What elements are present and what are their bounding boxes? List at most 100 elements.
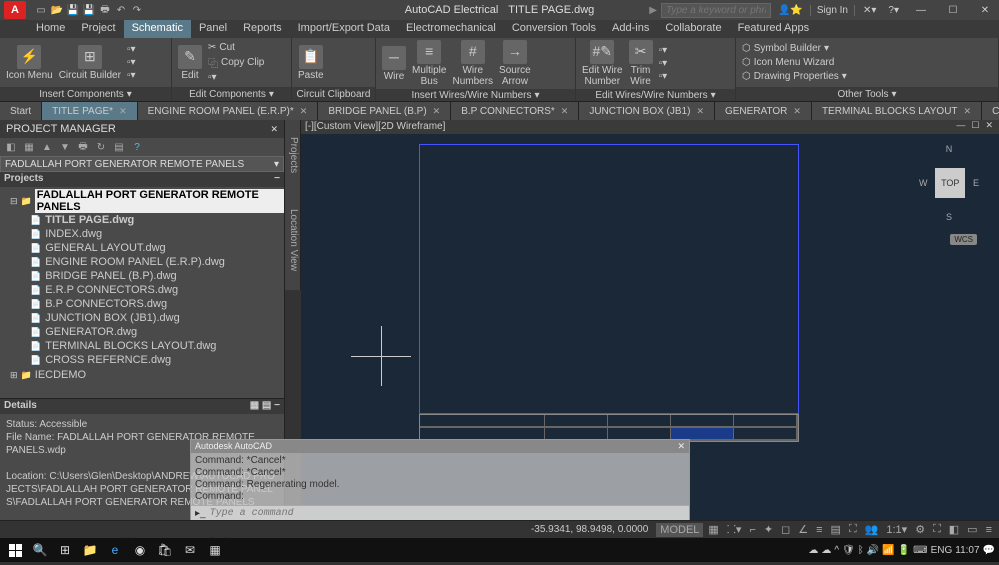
tray-notif-icon[interactable]: 💬 [983,545,995,556]
paste-button[interactable]: 📋Paste [298,45,324,81]
tb-explorer-icon[interactable]: 📁 [79,540,101,560]
start-button[interactable] [4,540,26,560]
menutab-import-export-data[interactable]: Import/Export Data [290,20,398,38]
pm-tb-refresh-icon[interactable]: ↻ [94,140,108,154]
doctab[interactable]: JUNCTION BOX (JB1)✕ [579,102,715,120]
tree-item[interactable]: 📄ENGINE ROOM PANEL (E.R.P).dwg [10,255,284,269]
insert-comp-small-2[interactable]: ▫▾ [127,57,136,68]
tree-expand-icon[interactable]: ⊟ [10,196,18,207]
tray-clock[interactable]: 11:07 [955,545,979,556]
tray-bt-icon[interactable]: ᛒ [858,545,864,556]
edit-wire-num-button[interactable]: #✎Edit Wire Number [582,40,623,87]
edit-button[interactable]: ✎Edit [178,45,202,81]
canvas-close-icon[interactable]: ✕ [983,120,995,131]
infocenter-icon[interactable]: 👤⭐ [775,5,806,16]
pm-tb-print-icon[interactable]: 🖶 [76,140,90,154]
doctab-close-icon[interactable]: ✕ [300,106,308,117]
wcs-badge[interactable]: WCS [950,234,977,245]
menutab-panel[interactable]: Panel [191,20,235,38]
edit-small-3[interactable]: ▫▾ [208,72,264,83]
menutab-add-ins[interactable]: Add-ins [604,20,657,38]
status-trans-icon[interactable]: ▤ [828,523,844,536]
pm-tb-help-icon[interactable]: ? [130,140,144,154]
tree-item[interactable]: 📄GENERATOR.dwg [10,325,284,339]
tb-taskview-icon[interactable]: ⊞ [54,540,76,560]
doctab-close-icon[interactable]: ✕ [561,106,569,117]
panel-edit-wires[interactable]: Edit Wires/Wire Numbers ▾ [576,89,735,101]
qat-undo-icon[interactable]: ↶ [114,3,128,17]
status-qp-icon[interactable]: ⛶ [846,523,860,536]
tree-item[interactable]: 📄BRIDGE PANEL (B.P).dwg [10,269,284,283]
drawing-props-button[interactable]: ⬡ Drawing Properties ▾ [742,71,847,82]
tray-wifi-icon[interactable]: 📶 [882,545,894,556]
qat-saveas-icon[interactable]: 💾 [82,3,96,17]
pm-det-btn1[interactable]: ▦ [250,400,259,411]
pm-tb-open-icon[interactable]: ▦ [22,140,36,154]
tree-item[interactable]: 📄JUNCTION BOX (JB1).dwg [10,311,284,325]
doctab-close-icon[interactable]: ✕ [964,106,972,117]
tb-edge-icon[interactable]: e [104,540,126,560]
tree-item[interactable]: 📄CROSS REFERNCE.dwg [10,353,284,367]
menutab-collaborate[interactable]: Collaborate [657,20,729,38]
status-grid-icon[interactable]: ▦ [705,523,721,536]
doctab-close-icon[interactable]: ✕ [433,106,441,117]
wire-button[interactable]: ─Wire [382,46,406,82]
pm-tb-up-icon[interactable]: ▲ [40,140,54,154]
tree-item[interactable]: 📄TITLE PAGE.dwg [10,213,284,227]
status-polar-icon[interactable]: ✦ [761,523,776,536]
status-clean-icon[interactable]: ▭ [964,523,980,536]
doctab[interactable]: CROSS REFERNCE*✕ [982,102,999,120]
status-snap-icon[interactable]: ⸬▾ [724,522,745,537]
circuit-builder-button[interactable]: ⊞Circuit Builder [59,45,121,81]
panel-other-tools[interactable]: Other Tools ▾ [736,87,998,101]
tb-chrome-icon[interactable]: ◉ [129,540,151,560]
tree-item[interactable]: 📄GENERAL LAYOUT.dwg [10,241,284,255]
doctab[interactable]: TERMINAL BLOCKS LAYOUT✕ [812,102,982,120]
qat-new-icon[interactable]: ▭ [34,3,48,17]
edit-wires-sm2[interactable]: ▫▾ [659,58,668,69]
menutab-schematic[interactable]: Schematic [124,20,191,38]
icon-menu-wizard-button[interactable]: ⬡ Icon Menu Wizard [742,57,847,68]
tree-item-iecdemo[interactable]: IECDEMO [35,369,86,381]
tree-expand-icon-2[interactable]: ⊞ [10,370,18,381]
doctab[interactable]: Start [0,102,42,120]
status-osnap-icon[interactable]: ◻ [778,523,793,536]
pm-tb-new-icon[interactable]: ◧ [4,140,18,154]
cmd-close-icon[interactable]: ✕ [677,441,685,452]
tree-item[interactable]: 📄INDEX.dwg [10,227,284,241]
doctab-close-icon[interactable]: ✕ [793,106,801,117]
doctab[interactable]: TITLE PAGE*✕ [42,102,138,120]
doctab[interactable]: B.P CONNECTORS*✕ [451,102,579,120]
trim-wire-button[interactable]: ✂Trim Wire [629,40,653,87]
doctab[interactable]: ENGINE ROOM PANEL (E.R.P)*✕ [138,102,319,120]
tab-location-view[interactable]: Location View [285,190,301,290]
canvas-min-icon[interactable]: — [954,120,967,131]
cut-button[interactable]: ✂ Cut [208,42,264,53]
doctab[interactable]: BRIDGE PANEL (B.P)✕ [318,102,451,120]
exchange-icon[interactable]: ✕▾ [859,5,880,16]
doctab[interactable]: GENERATOR✕ [715,102,812,120]
tray-cloud-icon[interactable]: ☁ [808,545,818,556]
pm-det-btn2[interactable]: ▤ [262,400,271,411]
app-logo[interactable]: A [4,1,26,19]
wire-numbers-button[interactable]: #Wire Numbers [452,40,493,87]
qat-save-icon[interactable]: 💾 [66,3,80,17]
tree-item[interactable]: 📄B.P CONNECTORS.dwg [10,297,284,311]
doctab-close-icon[interactable]: ✕ [119,106,127,117]
panel-insert-components[interactable]: Insert Components ▾ [0,87,171,101]
tab-projects[interactable]: Projects [285,120,301,190]
doctab-close-icon[interactable]: ✕ [696,106,704,117]
status-gear-icon[interactable]: ⚙ [912,523,928,536]
tray-shield-icon[interactable]: 🛡 [842,545,855,556]
command-input[interactable] [210,508,685,519]
panel-edit-components[interactable]: Edit Components ▾ [172,87,291,101]
source-arrow-button[interactable]: →Source Arrow [499,40,531,87]
menutab-featured-apps[interactable]: Featured Apps [730,20,818,38]
qat-open-icon[interactable]: 📂 [50,3,64,17]
menutab-project[interactable]: Project [73,20,123,38]
pm-tb-down-icon[interactable]: ▼ [58,140,72,154]
signin-link[interactable]: Sign In [810,5,855,16]
edit-wires-sm1[interactable]: ▫▾ [659,45,668,56]
tray-batt-icon[interactable]: 🔋 [898,545,910,556]
status-iso-icon[interactable]: ◧ [946,523,962,536]
